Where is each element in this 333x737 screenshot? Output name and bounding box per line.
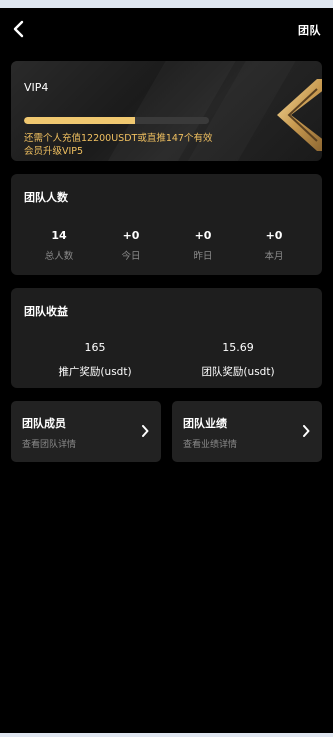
stat-yesterday: +0 昨日	[173, 229, 233, 262]
earning-label: 团队奖励(usdt)	[201, 366, 275, 378]
earning-value: 165	[84, 341, 106, 354]
team-count-card: 团队人数 14 总人数 +0 今日 +0 昨日 +0 本月	[11, 174, 322, 275]
section-title: 团队人数	[24, 191, 68, 204]
vip-progress-bar	[24, 117, 209, 124]
stat-label: 本月	[264, 251, 284, 262]
vip-level: VIP4	[24, 81, 49, 94]
team-performance-link[interactable]: 团队业绩 查看业绩详情	[172, 401, 322, 462]
vip-upgrade-note: 还需个人充值12200USDT或直推147个有效会员升级VIP5	[24, 133, 213, 157]
section-title: 团队收益	[24, 305, 68, 318]
link-subtitle: 查看团队详情	[22, 440, 77, 450]
vip-progress-fill	[24, 117, 135, 124]
page-title: 团队	[298, 24, 321, 37]
link-subtitle: 查看业绩详情	[183, 440, 238, 450]
back-button[interactable]	[12, 20, 26, 38]
header: 团队	[0, 8, 333, 50]
team-members-link[interactable]: 团队成员 查看团队详情	[11, 401, 161, 462]
chevron-left-icon	[13, 20, 24, 38]
link-title: 团队业绩	[183, 417, 227, 430]
stat-total: 14 总人数	[29, 229, 89, 262]
stat-month: +0 本月	[244, 229, 304, 262]
earning-value: 15.69	[222, 341, 254, 354]
earning-label: 推广奖励(usdt)	[58, 366, 132, 378]
stat-value: +0	[122, 229, 140, 242]
bottom-strip	[0, 733, 333, 737]
earning-team: 15.69 团队奖励(usdt)	[173, 341, 303, 379]
stat-value: +0	[265, 229, 283, 242]
top-status-strip	[0, 0, 333, 8]
stat-label: 总人数	[44, 251, 74, 262]
team-earnings-card: 团队收益 165 推广奖励(usdt) 15.69 团队奖励(usdt)	[11, 288, 322, 388]
stat-value: 14	[51, 229, 67, 242]
chevron-right-icon	[303, 425, 310, 437]
chevron-right-icon	[142, 425, 149, 437]
link-title: 团队成员	[22, 417, 66, 430]
stat-label: 昨日	[193, 251, 213, 262]
stat-value: +0	[194, 229, 212, 242]
earning-promotion: 165 推广奖励(usdt)	[30, 341, 160, 379]
stat-today: +0 今日	[101, 229, 161, 262]
vip-card: VIP4 还需个人充值12200USDT或直推147个有效会员升级VIP5	[11, 61, 322, 161]
stat-label: 今日	[121, 251, 141, 262]
gold-chevron-emblem-icon	[277, 79, 322, 151]
